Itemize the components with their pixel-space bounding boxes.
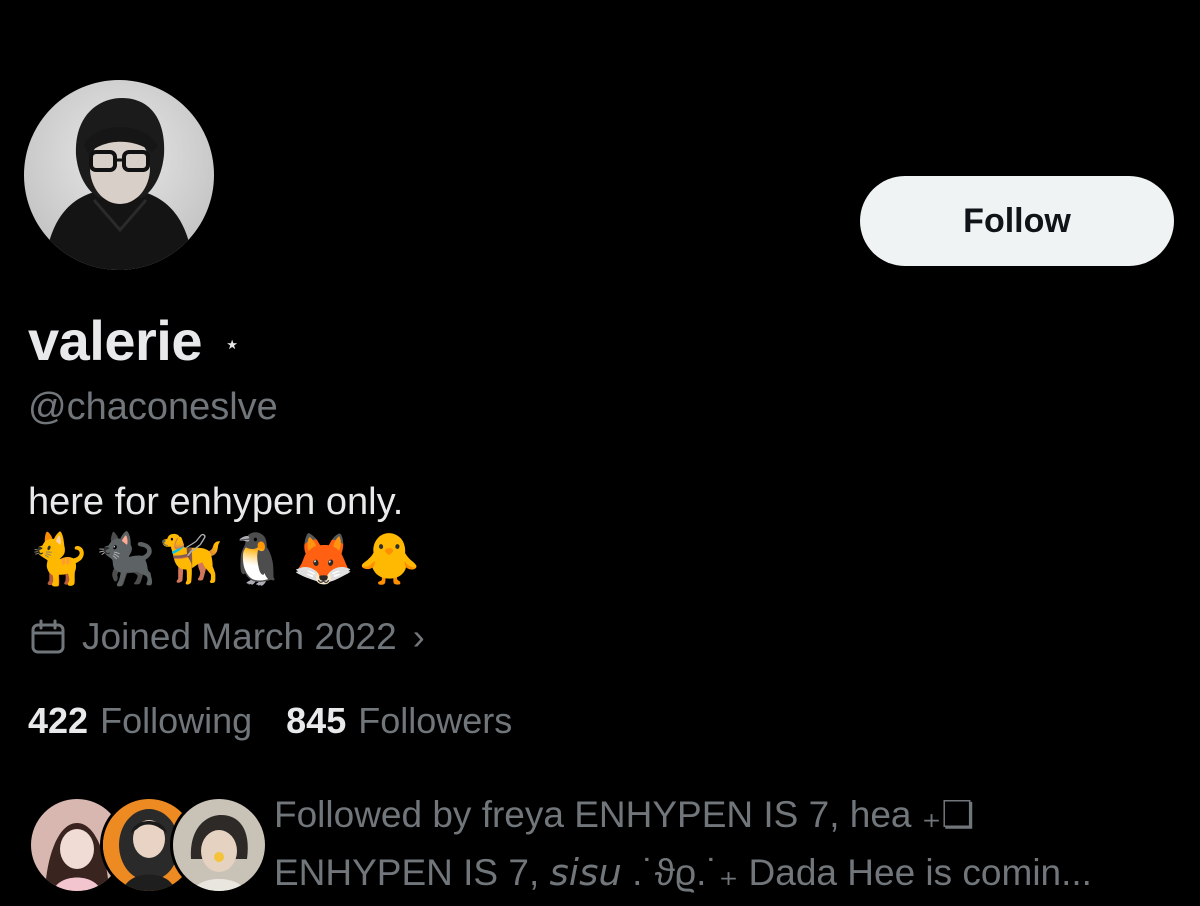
bio-emoji-row: 🐈 🐈‍⬛ 🦮 🐧 🦊 🐥 (28, 530, 421, 588)
bio-emoji: 🦊 (292, 530, 355, 588)
profile-avatar-image (24, 80, 214, 270)
followers-link[interactable]: 845 Followers (286, 700, 512, 742)
user-handle: @chaconeslve (28, 386, 278, 428)
bio-emoji: 🐈‍⬛ (94, 530, 157, 588)
bio-emoji: 🐧 (226, 530, 289, 588)
joined-date-row[interactable]: Joined March 2022 › (28, 616, 425, 658)
joined-date-text: Joined March 2022 (82, 616, 397, 657)
profile-avatar[interactable] (24, 80, 214, 270)
display-name-row: valerie ⋆ (28, 308, 240, 373)
bio-emoji: 🐈 (28, 530, 91, 588)
following-link[interactable]: 422 Following (28, 700, 252, 742)
following-count: 422 (28, 700, 89, 741)
name-suffix-star: ⋆ (224, 329, 241, 359)
bio-emoji: 🦮 (160, 530, 223, 588)
chevron-right-icon: › (412, 616, 425, 657)
follow-stats: 422 Following 845 Followers (28, 700, 512, 742)
following-label: Following (100, 700, 253, 741)
followed-by-line-1: Followed by freya ENHYPEN IS 7, hea ₊❏ (274, 794, 975, 835)
bio-emoji: 🐥 (358, 530, 421, 588)
followed-by-line-2: ENHYPEN IS 7, 𝘴𝘪𝘴𝘶 .˙ϑϱ.˙₊ Dada Hee is c… (274, 852, 1092, 893)
followed-by-avatars[interactable] (28, 796, 268, 894)
followers-label: Followers (358, 700, 513, 741)
follower-avatar (170, 796, 268, 894)
followed-by-text[interactable]: Followed by freya ENHYPEN IS 7, hea ₊❏ E… (274, 786, 1174, 902)
follow-button[interactable]: Follow (860, 176, 1174, 266)
display-name: valerie (28, 309, 203, 372)
followers-count: 845 (286, 700, 347, 741)
calendar-icon (31, 619, 65, 654)
profile-bio: here for enhypen only. (28, 481, 404, 523)
